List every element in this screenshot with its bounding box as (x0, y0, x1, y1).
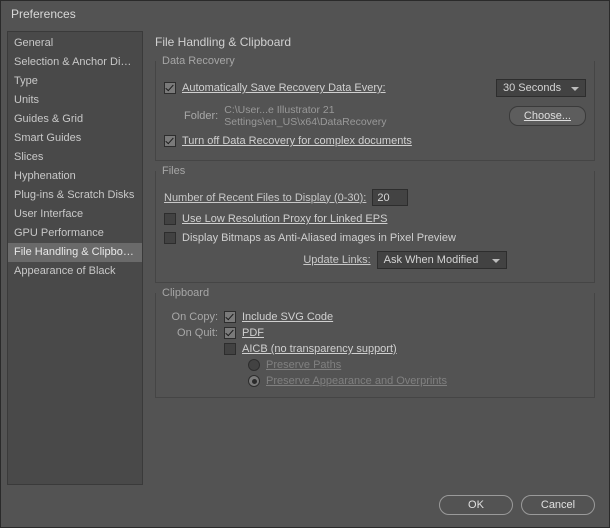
bitmaps-antialias-checkbox[interactable]: Display Bitmaps as Anti-Aliased images i… (164, 232, 456, 244)
group-label-clipboard: Clipboard (158, 287, 213, 299)
recent-files-input[interactable] (372, 189, 408, 206)
radio-icon (248, 375, 260, 387)
sidebar-item-units[interactable]: Units (8, 91, 142, 110)
update-links-label: Update Links: (303, 254, 370, 266)
preserve-paths-label: Preserve Paths (266, 359, 341, 371)
category-sidebar[interactable]: General Selection & Anchor Display Type … (7, 31, 143, 485)
preserve-appearance-radio: Preserve Appearance and Overprints (248, 375, 447, 387)
sidebar-item-guides-grid[interactable]: Guides & Grid (8, 110, 142, 129)
pdf-label: PDF (242, 327, 264, 339)
preferences-window: Preferences General Selection & Anchor D… (0, 0, 610, 528)
sidebar-item-general[interactable]: General (8, 34, 142, 53)
on-copy-label: On Copy: (164, 311, 218, 323)
aicb-checkbox[interactable]: AICB (no transparency support) (224, 343, 397, 355)
group-data-recovery: Data Recovery Automatically Save Recover… (155, 61, 595, 161)
content-area: General Selection & Anchor Display Type … (1, 31, 609, 485)
on-quit-label: On Quit: (164, 327, 218, 339)
preserve-paths-radio: Preserve Paths (248, 359, 341, 371)
sidebar-item-plugins-scratch[interactable]: Plug-ins & Scratch Disks (8, 186, 142, 205)
update-links-value: Ask When Modified (384, 254, 479, 266)
recovery-interval-value: 30 Seconds (503, 82, 561, 94)
folder-label: Folder: (184, 110, 218, 122)
group-label-data-recovery: Data Recovery (158, 55, 239, 67)
turn-off-complex-checkbox[interactable]: Turn off Data Recovery for complex docum… (164, 135, 412, 147)
checkbox-icon (164, 82, 176, 94)
dialog-footer: OK Cancel (1, 485, 609, 527)
radio-icon (248, 359, 260, 371)
turn-off-complex-label: Turn off Data Recovery for complex docum… (182, 135, 412, 147)
group-files: Files Number of Recent Files to Display … (155, 171, 595, 283)
aicb-label: AICB (no transparency support) (242, 343, 397, 355)
recovery-interval-select[interactable]: 30 Seconds (496, 79, 586, 97)
folder-path: C:\User...e Illustrator 21 Settings\en_U… (224, 104, 497, 128)
checkbox-icon (224, 311, 236, 323)
window-title: Preferences (11, 7, 76, 21)
group-clipboard: Clipboard On Copy: Include SVG Code On Q… (155, 293, 595, 398)
page-title: File Handling & Clipboard (155, 35, 595, 49)
sidebar-item-gpu[interactable]: GPU Performance (8, 224, 142, 243)
checkbox-icon (224, 343, 236, 355)
pdf-checkbox[interactable]: PDF (224, 327, 264, 339)
checkbox-icon (224, 327, 236, 339)
sidebar-item-user-interface[interactable]: User Interface (8, 205, 142, 224)
sidebar-item-selection-anchor[interactable]: Selection & Anchor Display (8, 53, 142, 72)
low-res-proxy-label: Use Low Resolution Proxy for Linked EPS (182, 213, 387, 225)
sidebar-item-appearance-black[interactable]: Appearance of Black (8, 262, 142, 281)
settings-panel: File Handling & Clipboard Data Recovery … (151, 31, 599, 485)
checkbox-icon (164, 135, 176, 147)
auto-save-label: Automatically Save Recovery Data Every: (182, 82, 386, 94)
recent-files-label: Number of Recent Files to Display (0-30)… (164, 192, 366, 204)
choose-folder-button[interactable]: Choose... (509, 106, 586, 126)
sidebar-item-hyphenation[interactable]: Hyphenation (8, 167, 142, 186)
sidebar-item-file-handling[interactable]: File Handling & Clipboard (8, 243, 142, 262)
checkbox-icon (164, 213, 176, 225)
auto-save-checkbox[interactable]: Automatically Save Recovery Data Every: (164, 82, 386, 94)
group-label-files: Files (158, 165, 189, 177)
checkbox-icon (164, 232, 176, 244)
ok-button[interactable]: OK (439, 495, 513, 515)
preserve-appearance-label: Preserve Appearance and Overprints (266, 375, 447, 387)
update-links-select[interactable]: Ask When Modified (377, 251, 507, 269)
sidebar-item-slices[interactable]: Slices (8, 148, 142, 167)
cancel-button[interactable]: Cancel (521, 495, 595, 515)
include-svg-label: Include SVG Code (242, 311, 333, 323)
sidebar-item-smart-guides[interactable]: Smart Guides (8, 129, 142, 148)
bitmaps-antialias-label: Display Bitmaps as Anti-Aliased images i… (182, 232, 456, 244)
titlebar: Preferences (1, 1, 609, 31)
sidebar-item-type[interactable]: Type (8, 72, 142, 91)
low-res-proxy-checkbox[interactable]: Use Low Resolution Proxy for Linked EPS (164, 213, 387, 225)
include-svg-checkbox[interactable]: Include SVG Code (224, 311, 333, 323)
